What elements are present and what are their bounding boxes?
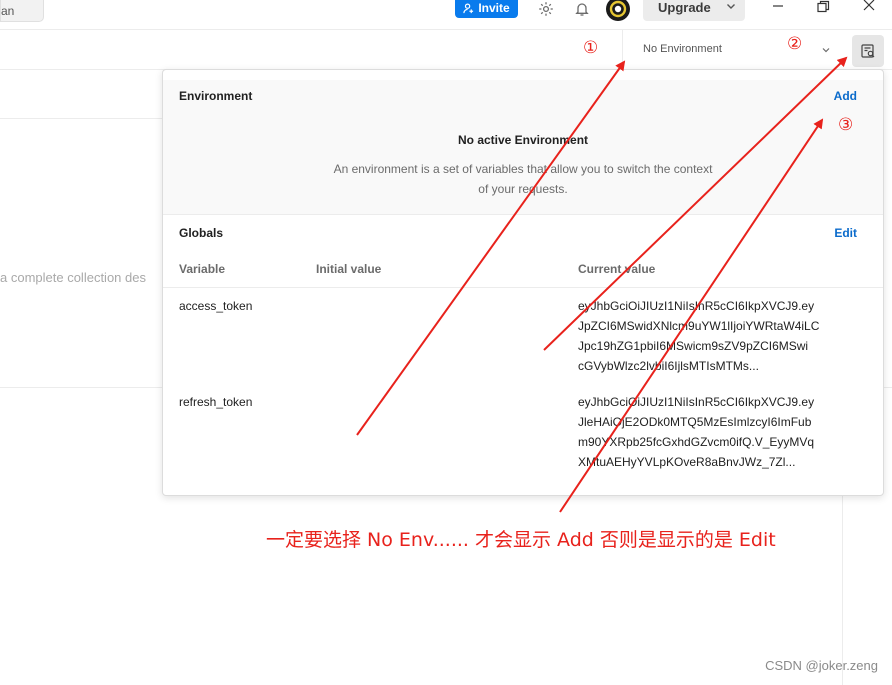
add-environment-link[interactable]: Add (834, 89, 857, 103)
environment-selector[interactable]: No Environment (622, 30, 840, 70)
user-avatar[interactable] (606, 0, 630, 21)
column-header-current-value: Current value (578, 262, 656, 276)
environment-section: Environment Add No active Environment An… (163, 80, 883, 215)
restore-icon[interactable] (815, 0, 831, 15)
edit-globals-link[interactable]: Edit (834, 226, 857, 240)
minimize-icon[interactable] (770, 0, 786, 15)
current-value-line: cGVybWlzc2lvbiI6IjlsMTIsMTMs... (578, 359, 759, 373)
upgrade-button-label: Upgrade (658, 0, 711, 15)
annotation-caption: 一定要选择 No Env...... 才会显示 Add 否则是显示的是 Edit (266, 529, 776, 551)
empty-state-title: No active Environment (457, 133, 589, 147)
annotation-marker-3: ③ (838, 115, 854, 135)
annotation-marker-1: ① (583, 38, 599, 58)
environment-quick-look-popover: Environment Add No active Environment An… (162, 69, 884, 496)
variable-name: access_token (179, 299, 253, 313)
current-value-line: Jpc19hZG1pbiI6MSwicm9sZV9pZCI6MSwi (578, 339, 809, 353)
invite-button-label: Invite (478, 1, 510, 15)
empty-state-description: An environment is a set of variables tha… (333, 162, 713, 196)
annotation-marker-2: ② (787, 34, 803, 54)
current-value-line: eyJhbGciOiJIUzI1NiIsInR5cCI6IkpXVCJ9.ey (578, 299, 815, 313)
notification-bell-icon[interactable] (573, 0, 591, 18)
globals-heading: Globals (179, 226, 224, 240)
add-user-icon (463, 3, 474, 13)
current-value-line: XMtuAEHyYVLpKOveR8aBnvJWz_7Zl... (578, 455, 796, 469)
variable-name: refresh_token (179, 395, 253, 409)
chevron-down-icon (822, 48, 830, 53)
environment-heading: Environment (179, 89, 253, 103)
csdn-watermark: CSDN @joker.zeng (765, 658, 878, 673)
column-header-initial-value: Initial value (316, 262, 382, 276)
workspace-tab[interactable]: an (0, 0, 44, 22)
environment-quick-look-icon (861, 44, 875, 58)
close-icon[interactable] (861, 0, 877, 15)
background-divider (884, 387, 892, 388)
background-hint-text: a complete collection des (0, 270, 146, 285)
settings-gear-icon[interactable] (537, 0, 555, 18)
current-value-line: JleHAiOjE2ODk0MTQ5MzEsImlzcyI6ImFub (578, 415, 812, 429)
environment-selector-value: No Environment (643, 43, 722, 55)
top-bar: an Invite Upgrade (0, 0, 892, 30)
current-value-line: m90YXRpb25fcGxhdGZvcm0ifQ.V_EyyMVq (578, 435, 815, 449)
current-value-line: JpZCI6MSwidXNlcm9uYW1lIjoiYWRtaW4iLC (578, 319, 820, 333)
invite-button[interactable]: Invite (455, 0, 518, 18)
environment-bar: No Environment (0, 30, 892, 70)
current-value: eyJhbGciOiJIUzI1NiIsInR5cCI6IkpXVCJ9.ey … (578, 296, 838, 376)
current-value-line: eyJhbGciOiJIUzI1NiIsInR5cCI6IkpXVCJ9.ey (578, 395, 815, 409)
current-value: eyJhbGciOiJIUzI1NiIsInR5cCI6IkpXVCJ9.ey … (578, 392, 838, 472)
column-header-variable: Variable (179, 262, 226, 276)
background-divider (0, 387, 162, 388)
avatar-logo-icon (609, 0, 627, 18)
upgrade-button[interactable]: Upgrade (643, 0, 745, 21)
background-divider (0, 118, 162, 119)
table-header-divider (163, 287, 883, 288)
chevron-down-icon (727, 4, 735, 9)
environment-quick-look-button[interactable] (852, 35, 884, 67)
